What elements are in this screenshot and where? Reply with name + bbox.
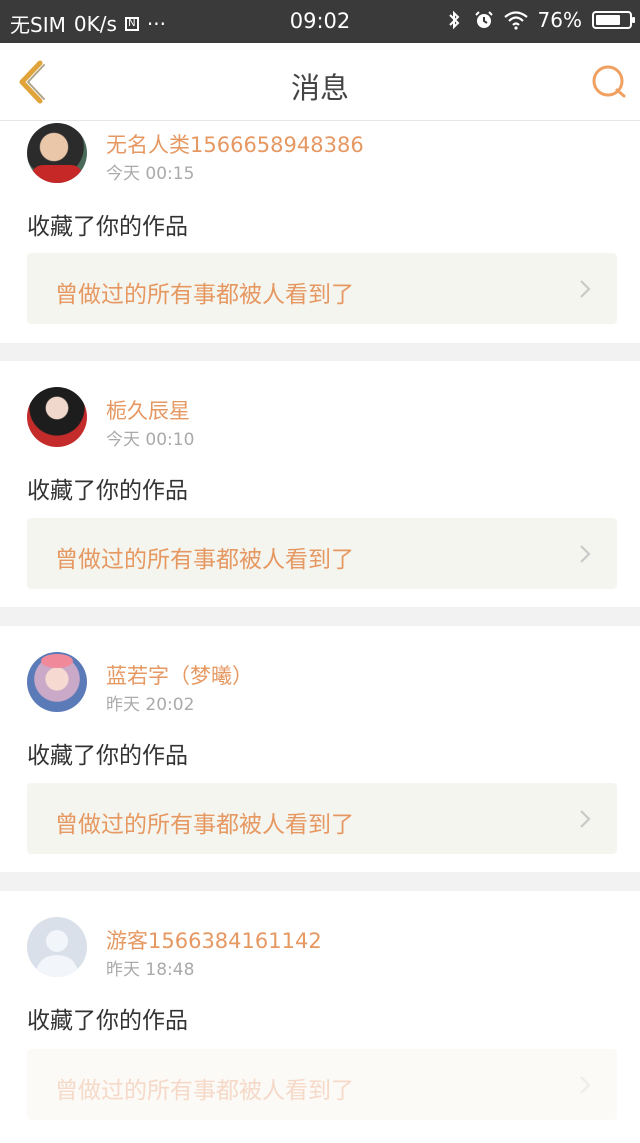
action-text: 收藏了你的作品 xyxy=(27,214,188,240)
chevron-right-icon xyxy=(580,810,591,828)
battery-fill xyxy=(596,15,620,25)
work-link[interactable]: 曾做过的所有事都被人看到了 xyxy=(27,783,617,854)
timestamp: 昨天 18:48 xyxy=(106,960,195,980)
bluetooth-icon xyxy=(448,10,459,30)
search-icon[interactable] xyxy=(590,63,628,101)
default-avatar-icon[interactable] xyxy=(27,917,87,977)
work-title: 曾做过的所有事都被人看到了 xyxy=(55,282,354,308)
page-title: 消息 xyxy=(290,71,349,105)
work-title: 曾做过的所有事都被人看到了 xyxy=(55,812,354,838)
status-right: 76% xyxy=(444,8,635,32)
chevron-right-icon xyxy=(580,280,591,298)
chevron-right-icon xyxy=(580,1076,591,1094)
battery-percent: 76% xyxy=(537,8,582,32)
message-card: 无名人类1566658948386 今天 00:15 收藏了你的作品 曾做过的所… xyxy=(0,121,640,343)
avatar[interactable] xyxy=(27,387,87,447)
username[interactable]: 蓝若字（梦曦） xyxy=(106,660,253,690)
username[interactable]: 游客1566384161142 xyxy=(106,925,322,955)
nav-bar: 消息 xyxy=(0,43,640,121)
work-title: 曾做过的所有事都被人看到了 xyxy=(55,1078,354,1104)
work-link[interactable]: 曾做过的所有事都被人看到了 xyxy=(27,518,617,589)
chevron-right-icon xyxy=(580,545,591,563)
status-bar: 无SIM 0K/s N ··· 09:02 76% xyxy=(0,0,640,43)
avatar-accessory xyxy=(41,654,73,668)
avatar[interactable] xyxy=(27,123,87,183)
work-link[interactable]: 曾做过的所有事都被人看到了 xyxy=(27,253,617,324)
timestamp: 今天 00:10 xyxy=(106,430,195,450)
avatar[interactable] xyxy=(27,652,87,712)
username[interactable]: 栀久辰星 xyxy=(106,395,190,425)
battery-tip xyxy=(632,17,635,23)
action-text: 收藏了你的作品 xyxy=(27,743,188,769)
timestamp: 今天 00:15 xyxy=(106,164,195,184)
alarm-icon xyxy=(474,11,493,28)
person-silhouette-icon xyxy=(35,930,79,977)
avatar-shirt xyxy=(31,165,83,183)
action-text: 收藏了你的作品 xyxy=(27,478,188,504)
timestamp: 昨天 20:02 xyxy=(106,695,195,715)
battery-icon xyxy=(592,11,635,29)
work-title: 曾做过的所有事都被人看到了 xyxy=(55,547,354,573)
message-card: 蓝若字（梦曦） 昨天 20:02 收藏了你的作品 曾做过的所有事都被人看到了 xyxy=(0,626,640,872)
work-link[interactable]: 曾做过的所有事都被人看到了 xyxy=(27,1049,617,1120)
message-card: 游客1566384161142 昨天 18:48 收藏了你的作品 曾做过的所有事… xyxy=(0,891,640,1143)
action-text: 收藏了你的作品 xyxy=(27,1008,188,1034)
wifi-icon xyxy=(503,11,528,30)
username[interactable]: 无名人类1566658948386 xyxy=(106,129,364,159)
message-card: 栀久辰星 今天 00:10 收藏了你的作品 曾做过的所有事都被人看到了 xyxy=(0,361,640,607)
